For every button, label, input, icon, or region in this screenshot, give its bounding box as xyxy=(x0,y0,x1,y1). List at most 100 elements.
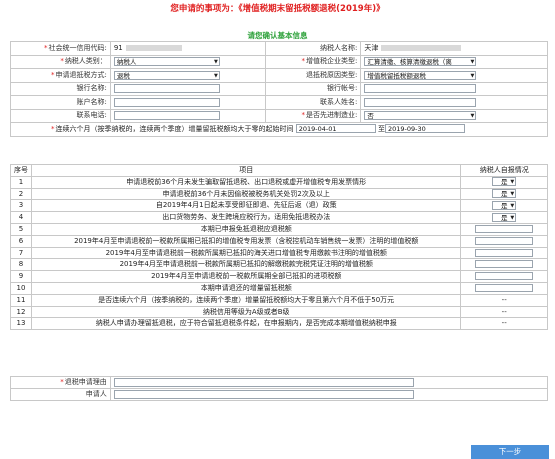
table-row: 9 2019年4月至申请退税前一税款所属期全部已抵扣的进项税额 xyxy=(10,270,548,283)
row-number: 12 xyxy=(10,305,32,319)
row-item-text: 2019年4月至申请退税前一税款所属期已抵扣的海关进口增值税专用缴款书注明的增值… xyxy=(30,246,462,260)
taxpayer-type-label: *纳税人类别： xyxy=(10,54,111,69)
bank-account-label: 银行帐号: xyxy=(264,81,362,96)
row-report-cell xyxy=(460,222,548,236)
table-row: 13 纳税人申请办理留抵退税，应于符合留抵退税条件起，在申报期内，是否完成本期增值… xyxy=(10,317,548,331)
amount-input[interactable] xyxy=(475,248,534,257)
period-end-input[interactable]: 2019-09-30 xyxy=(384,124,465,134)
account-name-input[interactable] xyxy=(113,97,220,107)
credit-code-label: *社会统一信用代码: xyxy=(10,41,111,56)
row-report-cell xyxy=(460,234,548,248)
header-report: 纳税人自报情况 xyxy=(460,164,548,177)
table-row: 3 自2019年4月1日起未享受即征即退、先征后返（退）政策 是 xyxy=(10,199,548,213)
table-row: 10 本期申请退还的增量留抵税额 xyxy=(10,281,548,295)
row-number: 11 xyxy=(10,293,32,307)
row-number: 4 xyxy=(10,211,32,224)
applicant-input[interactable] xyxy=(113,390,414,399)
row-number: 5 xyxy=(10,222,32,236)
report-select[interactable]: 是 xyxy=(492,189,517,199)
row-number: 10 xyxy=(10,281,32,295)
row-report-cell: 是 xyxy=(460,211,548,224)
row-report-cell: 是 xyxy=(460,187,548,201)
report-select[interactable]: 是 xyxy=(492,212,517,222)
row-report-cell: 是 xyxy=(460,199,548,213)
row-item-text: 纳税信用等级为A级或者B级 xyxy=(30,305,462,319)
row-item-text: 出口货物劳务、发生跨境应税行为，适用免抵退税办法 xyxy=(30,211,462,224)
report-select[interactable]: 是 xyxy=(492,177,517,187)
header-item: 项目 xyxy=(30,164,462,177)
header-no: 序号 xyxy=(10,164,32,177)
row-report-cell: 是 xyxy=(460,175,548,189)
account-name-label: 账户名称: xyxy=(10,95,111,110)
row-number: 13 xyxy=(10,317,32,331)
row-item-text: 本期已申报免抵退税应退税额 xyxy=(30,222,462,236)
amount-input[interactable] xyxy=(475,260,534,269)
taxpayer-name-label: 纳税人名称: xyxy=(264,41,362,56)
table-row: 4 出口货物劳务、发生跨境应税行为，适用免抵退税办法 是 xyxy=(10,211,548,224)
row-report-cell: -- xyxy=(460,317,548,331)
table-row: 12 纳税信用等级为A级或者B级 -- xyxy=(10,305,548,319)
amount-input[interactable] xyxy=(475,283,534,292)
refund-reason-text-label: *退税申请理由 xyxy=(10,376,111,389)
table-row: 2 申请退税前36个月未因偷税被税务机关处罚2次及以上 是 xyxy=(10,187,548,201)
basic-info-table: *社会统一信用代码: 91 纳税人名称: 天津 *纳税人类别： 纳税人 * 增值税… xyxy=(10,41,548,137)
row-report-cell: -- xyxy=(460,305,548,319)
vat-enterprise-type-select[interactable]: 汇算清缴、核算清缴退税（离 xyxy=(364,57,477,67)
applicant-label: 申请人 xyxy=(10,388,111,401)
row-report-cell xyxy=(460,270,548,283)
row-report-cell: -- xyxy=(460,293,548,307)
required-mark: * xyxy=(43,43,48,52)
items-table: 序号 项目 纳税人自报情况 1 申请退税前36个月未发生骗取留抵退税、出口退税或虚… xyxy=(10,164,548,331)
section-title: 请您确认基本信息 xyxy=(247,31,308,40)
row-item-text: 自2019年4月1日起未享受即征即退、先征后返（退）政策 xyxy=(30,199,462,213)
period-row: *连续六个月（按季纳税的，连续两个季度）增量留抵税额均大于零的起始时间 2019… xyxy=(10,122,548,137)
bank-name-label: 银行名称: xyxy=(10,81,111,96)
row-item-text: 是否连续六个月（按季纳税的，连续两个季度）增量留抵税额均大于零且第六个月不低于5… xyxy=(30,293,462,307)
row-number: 7 xyxy=(10,246,32,260)
table-row: 1 申请退税前36个月未发生骗取留抵退税、出口退税或虚开增值税专用发票情形 是 xyxy=(10,175,548,189)
refund-method-label: *申请退抵税方式: xyxy=(10,68,111,83)
row-report-cell xyxy=(460,258,548,272)
redacted-block xyxy=(381,44,462,51)
row-number: 1 xyxy=(10,175,32,189)
row-report-cell xyxy=(460,246,548,260)
page-title: 您申请的事项为：《增值税期末留抵税额退税(2019年)》 xyxy=(170,4,385,14)
contact-phone-input[interactable] xyxy=(113,111,220,121)
row-item-text: 2019年4月至申请退税前一税款所属期全部已抵扣的进项税额 xyxy=(30,270,462,283)
taxpayer-type-select[interactable]: 纳税人 xyxy=(113,57,220,67)
bank-name-input[interactable] xyxy=(113,84,220,94)
refund-reason-input[interactable] xyxy=(113,378,414,387)
contact-phone-label: 联系电话: xyxy=(10,108,111,123)
row-number: 9 xyxy=(10,270,32,283)
row-item-text: 2019年4月至申请退税前一税款所属期已抵扣的增值税专用发票（含税控机动车销售统… xyxy=(30,234,462,248)
row-number: 6 xyxy=(10,234,32,248)
credit-code-value: 91 xyxy=(109,41,266,56)
row-number: 3 xyxy=(10,199,32,213)
table-row: 6 2019年4月至申请退税前一税款所属期已抵扣的增值税专用发票（含税控机动车销售… xyxy=(10,234,548,248)
table-row: 7 2019年4月至申请退税前一税款所属期已抵扣的海关进口增值税专用缴款书注明的增… xyxy=(10,246,548,260)
report-select[interactable]: 是 xyxy=(492,200,517,210)
row-item-text: 纳税人申请办理留抵退税，应于符合留抵退税条件起，在申报期内，是否完成本期增值税纳… xyxy=(30,317,462,331)
refund-reason-select[interactable]: 增值税留抵税额退税 xyxy=(364,70,477,80)
contact-name-input[interactable] xyxy=(364,97,477,107)
contact-name-label: 联系人姓名: xyxy=(264,95,362,110)
bank-account-input[interactable] xyxy=(364,84,477,94)
amount-input[interactable] xyxy=(475,224,534,233)
amount-input[interactable] xyxy=(475,272,534,281)
advanced-mfg-select[interactable]: 否 xyxy=(364,111,477,121)
period-to-label: 至 xyxy=(377,124,385,133)
refund-method-select[interactable]: 退税 xyxy=(113,70,220,80)
table-row: 8 2019年4月至申请退税前一税款所属期已抵扣的解缴税款完税凭证注明的增值税额 xyxy=(10,258,548,272)
row-report-cell xyxy=(460,281,548,295)
row-item-text: 2019年4月至申请退税前一税款所属期已抵扣的解缴税款完税凭证注明的增值税额 xyxy=(30,258,462,272)
amount-input[interactable] xyxy=(475,236,534,245)
refund-reason-label: 退抵税原因类型: xyxy=(264,68,362,83)
footer-table: *退税申请理由 申请人 xyxy=(10,376,549,401)
row-item-text: 本期申请退还的增量留抵税额 xyxy=(30,281,462,295)
taxpayer-name-value: 天津 xyxy=(360,41,548,56)
row-number: 8 xyxy=(10,258,32,272)
table-row: 11 是否连续六个月（按季纳税的，连续两个季度）增量留抵税额均大于零且第六个月不低… xyxy=(10,293,548,307)
period-start-input[interactable]: 2019-04-01 xyxy=(295,124,376,134)
row-number: 2 xyxy=(10,187,32,201)
next-button[interactable]: 下一步 xyxy=(471,445,549,459)
